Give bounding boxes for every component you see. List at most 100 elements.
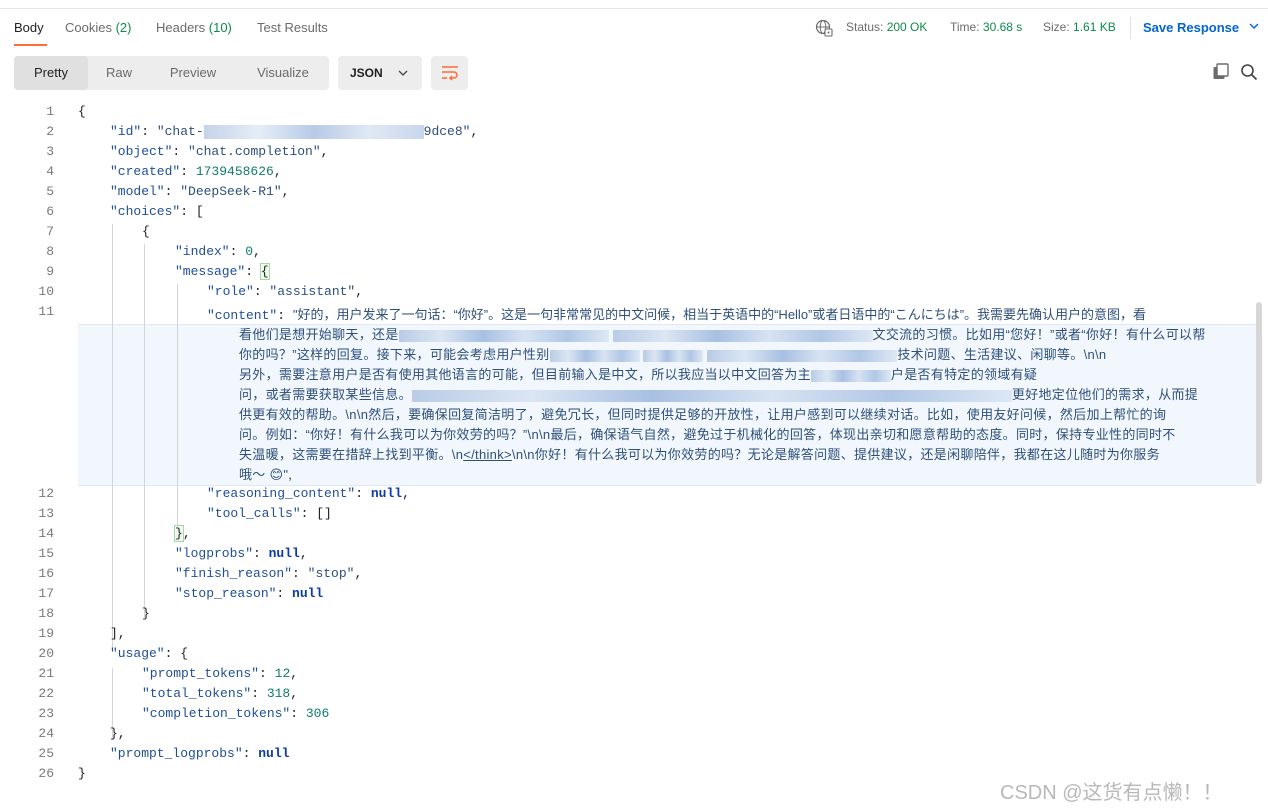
code-line-usage: "usage": { [110,646,189,661]
object-value: "chat.completion" [188,144,321,159]
content-text: 更好地定位他们的需求，从而提 [1011,387,1199,402]
save-response-button[interactable]: Save Response [1143,20,1239,35]
code-line: }, [174,525,191,542]
indent-guide [144,244,145,618]
prompt-tokens-value: 12 [274,666,291,681]
logprobs-value: null [268,546,300,561]
network-icon[interactable] [815,19,833,37]
line-number: 12 [38,486,54,501]
view-mode-pretty[interactable]: Pretty [14,56,88,90]
reasoning-value: null [370,486,403,501]
line-number: 13 [38,506,54,521]
size-readout[interactable]: Size: 1.61 KB [1043,20,1116,34]
tab-cookies[interactable]: Cookies (2) [65,20,131,35]
code-line-created: "created": 1739458626, [110,164,282,179]
editor-scrollbar[interactable] [1256,302,1262,484]
code-line-reasoning: "reasoning_content": null, [207,486,410,501]
created-value: 1739458626 [195,164,274,179]
line-number: 1 [46,104,54,119]
code-line-prompt-logprobs: "prompt_logprobs": null [110,746,290,761]
role-value: "assistant" [269,284,356,299]
content-text: 供更有效的帮助。\n\n然后，要确保回复简洁明了，避免冗长，但同时提供足够的开放… [239,407,1167,422]
response-body-editor[interactable]: 1 2 3 4 5 6 7 8 9 10 11 12 13 14 15 16 1… [0,102,1268,809]
tab-body[interactable]: Body [14,20,44,35]
redacted-block [411,389,1012,402]
code-line-finish-reason: "finish_reason": "stop", [175,566,363,581]
code-line: }, [110,726,126,741]
chevron-down-icon[interactable] [1249,22,1259,30]
view-mode-visualize[interactable]: Visualize [238,56,328,90]
redacted-block [643,349,704,362]
line-number: 11 [38,304,54,319]
content-text: 哦～ 😊" [239,467,289,482]
line-number: 5 [46,184,54,199]
line-number: 21 [38,666,54,681]
view-mode-raw[interactable]: Raw [88,56,150,90]
code-line-total-tokens: "total_tokens": 318, [142,686,299,701]
content-text: 问。例如：“你好！有什么我可以为你效劳的吗？”\n\n最后，确保语气自然，避免过… [239,427,1176,442]
redacted-block [810,369,891,382]
code-line-stop-reason: "stop_reason": null [175,586,324,601]
index-value: 0 [245,244,254,259]
code-line-index: "index": 0, [175,244,261,259]
content-wrap-line: 哦～ 😊", [239,467,293,482]
time-readout[interactable]: Time: 30.68 s [950,20,1022,34]
content-text: 看他们是想开始聊天，还是 [239,327,399,342]
line-number: 7 [46,224,54,239]
line-number: 10 [38,284,54,299]
line-number: 4 [46,164,54,179]
code-line-content: "content": "好的，用户发来了一句话：“你好”。这是一句非常常见的中文… [207,307,1147,323]
line-number: 16 [38,566,54,581]
completion-tokens-value: 306 [305,706,330,721]
format-label: JSON [350,66,383,80]
total-tokens-value: 318 [266,686,291,701]
copy-icon[interactable] [1212,63,1230,81]
line-number: 19 [38,626,54,641]
status-label: Status: [846,20,884,34]
format-dropdown[interactable]: JSON [338,56,422,90]
line-number: 24 [38,726,54,741]
content-text: 户是否有特定的领域有疑 [890,367,1038,382]
wrap-lines-button[interactable] [431,56,468,90]
tab-cookies-label: Cookies [65,20,112,35]
wrap-lines-icon [442,66,458,81]
status-readout[interactable]: Status: 200 OK [846,20,927,34]
line-number: 17 [38,586,54,601]
line-number: 25 [38,746,54,761]
tab-headers-count: (10) [208,20,232,35]
think-tag: </think> [463,447,512,462]
size-label: Size: [1043,20,1070,34]
id-value-start: "chat- [156,124,204,139]
id-value-end: 9dce8" [423,124,471,139]
finish-reason-value: "stop" [307,566,355,581]
time-label: Time: [950,20,980,34]
search-icon[interactable] [1240,63,1258,81]
active-tab-indicator [14,44,47,46]
line-number: 18 [38,606,54,621]
code-line-prompt-tokens: "prompt_tokens": 12, [142,666,299,681]
tab-test-results-label: Test Results [257,20,328,35]
chevron-down-icon [398,70,408,76]
line-number: 20 [38,646,54,661]
tab-test-results[interactable]: Test Results [257,20,328,35]
code-line: } [142,606,150,621]
code-line: { [142,224,150,239]
code-line-completion-tokens: "completion_tokens": 306 [142,706,330,721]
redacted-block [549,349,640,362]
tab-headers[interactable]: Headers (10) [156,20,232,35]
content-wrap-line: 另外，需要注意用户是否有使用其他语言的可能，但目前输入是中文，所以我应当以中文回… [239,364,1247,383]
code-line-choices: "choices": [ [110,204,204,219]
redacted-block [203,124,424,139]
line-number: 3 [46,144,54,159]
code-line-role: "role": "assistant", [207,284,364,299]
code-line-model: "model": "DeepSeek-R1", [110,184,290,199]
code-line: ], [110,626,126,641]
toolbar-divider [1130,17,1131,39]
indent-guide [112,224,113,648]
line-number: 26 [38,766,54,781]
content-text: \n\n你好！有什么我可以为你效劳的吗？无论是解答问题、提供建议，还是闲聊陪伴，… [511,447,1160,462]
content-wrap-line: 你的吗？”这样的回复。接下来，可能会考虑用户性别 技术问题、生活建议、闲聊等。\… [239,344,1247,363]
content-text: 失温暖，这需要在措辞上找到平衡。\n [239,447,464,462]
view-mode-preview[interactable]: Preview [152,56,234,90]
code-line-object: "object": "chat.completion", [110,144,329,159]
